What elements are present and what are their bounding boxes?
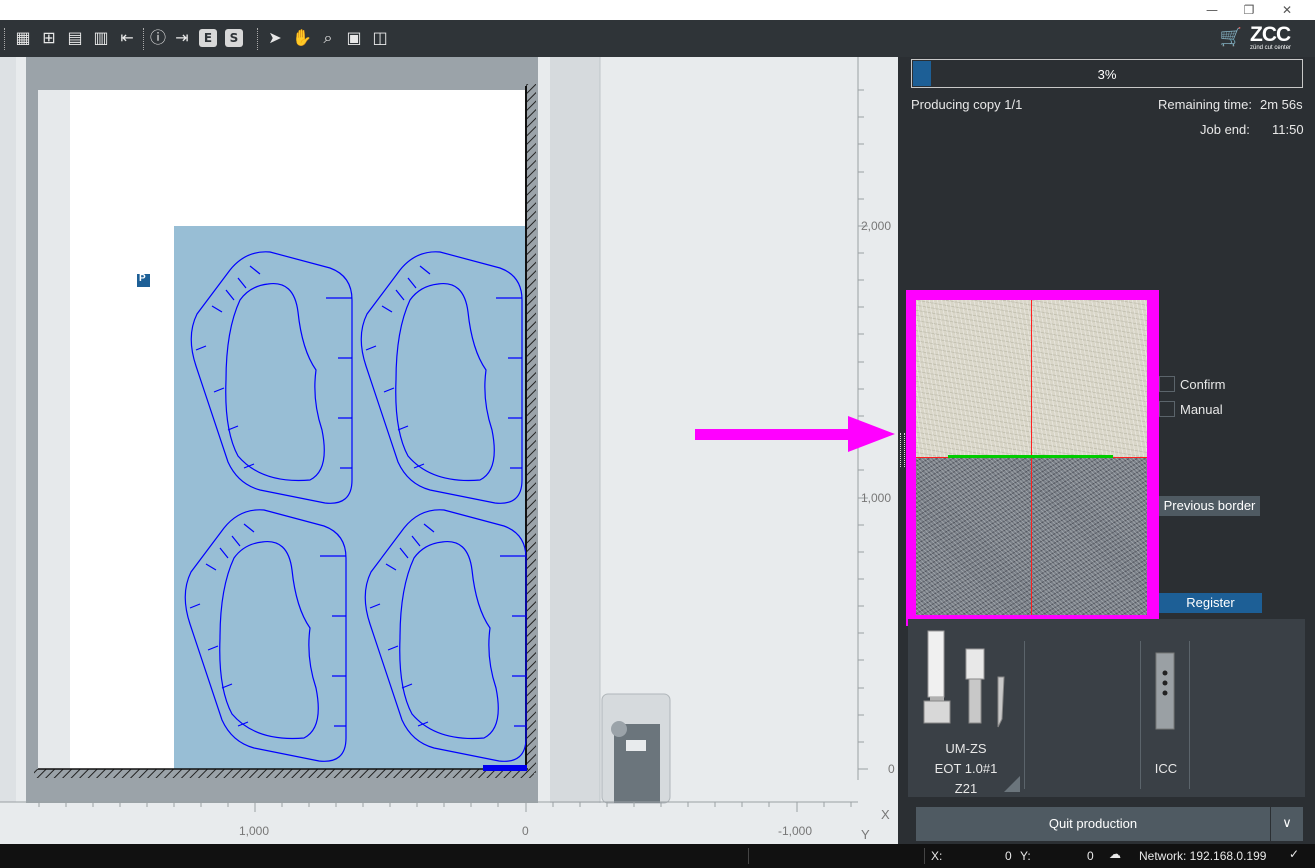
export-icon[interactable]: ⇥	[171, 26, 193, 50]
ruler-y-label: 0	[888, 762, 895, 776]
tool-line3: Z21	[954, 781, 978, 796]
register-mark-label: P	[139, 273, 146, 284]
tool-item-icc[interactable]: ICC	[1146, 645, 1186, 789]
register-button[interactable]: Register	[1159, 593, 1262, 613]
fit-icon[interactable]: ▣	[342, 26, 366, 50]
layout-align-icon[interactable]: ▤	[62, 26, 88, 50]
cart-icon[interactable]: 🛒	[1218, 26, 1244, 50]
checkmark-icon: ✓	[1289, 847, 1300, 861]
close-icon[interactable]: ✕	[1269, 0, 1305, 20]
ruler-y-label: 1,000	[861, 491, 892, 505]
um-zs-tool-icon	[923, 630, 1005, 728]
toolbar-separator	[143, 28, 145, 50]
confirm-checkbox[interactable]	[1159, 376, 1175, 392]
ruler-x-label: 1,000	[239, 824, 270, 838]
progress-text: 3%	[1097, 67, 1117, 82]
table-edge	[0, 57, 16, 802]
cursor-x-value: 0	[1005, 849, 1012, 863]
layout-edge-icon[interactable]: ⇤	[114, 26, 140, 50]
pointer-icon[interactable]: ➤	[264, 26, 286, 50]
cursor-y-label: Y:	[1020, 849, 1031, 863]
status-divider	[748, 848, 749, 864]
layout-distribute-icon[interactable]: ⊞	[36, 26, 62, 50]
status-divider	[924, 848, 925, 864]
toolbar-separator	[257, 28, 259, 50]
zoom-icon[interactable]: ⌕	[316, 26, 340, 50]
main-toolbar: ▦ ⊞ ▤ ▥ ⇤ ⓘ ⇥ E S ➤ ✋ ⌕ ▣ ◫ 🛒 ZCC zünd c…	[0, 20, 1315, 57]
layout-canvas[interactable]: 2,000 1,000 0 1,000 0 -1,000 X Y P	[0, 57, 898, 844]
ruler-x-label: -1,000	[778, 824, 813, 838]
axis-x-label: X	[881, 807, 890, 822]
cursor-y-value: 0	[1087, 849, 1094, 863]
layout-fp-icon[interactable]: ▥	[88, 26, 114, 50]
producing-copy-text: Producing copy 1/1	[911, 97, 1023, 112]
info-icon[interactable]: ⓘ	[147, 26, 169, 50]
quit-options-chevron-down-icon[interactable]: ∨	[1271, 807, 1303, 841]
ruler-y-label: 2,000	[861, 219, 892, 233]
tool-line2: EOT 1.0#1	[934, 761, 998, 776]
layout-add-icon[interactable]: ▦	[10, 26, 36, 50]
title-bar: — ❐ ✕	[0, 0, 1315, 20]
camera-view	[906, 290, 1159, 626]
minimize-icon[interactable]: —	[1194, 0, 1230, 20]
progress-bar: 3%	[911, 59, 1303, 88]
tool-divider	[1024, 641, 1025, 789]
tool-divider	[1189, 641, 1190, 789]
tool-divider	[1140, 641, 1141, 789]
tool-item-um-zs[interactable]: UM-ZS EOT 1.0#1 Z21	[916, 627, 1016, 796]
status-bar: X: 0 Y: 0 ☁ Network: 192.168.0.199 ✓	[0, 844, 1315, 868]
resize-corner-icon[interactable]	[1004, 776, 1020, 792]
manual-label: Manual	[1180, 402, 1223, 417]
job-end-label: Job end:	[1200, 122, 1250, 137]
tool-list: UM-ZS EOT 1.0#1 Z21 ICC	[908, 619, 1305, 797]
job-end-value: 11:50	[1272, 122, 1304, 137]
hand-icon[interactable]: ✋	[290, 26, 314, 50]
board-area	[174, 226, 526, 769]
head-marker	[483, 765, 527, 771]
cursor-x-label: X:	[931, 849, 943, 863]
remaining-time-value: 2m 56s	[1260, 97, 1303, 112]
tool-name: ICC	[1154, 761, 1178, 776]
manual-checkbox[interactable]	[1159, 401, 1175, 417]
cloud-offline-icon[interactable]: ☁	[1109, 847, 1121, 861]
production-panel: 3% Producing copy 1/1 Remaining time: 2m…	[898, 57, 1315, 844]
hatched-bottom-border	[34, 769, 534, 778]
camera-view-grip[interactable]	[900, 433, 905, 467]
restore-icon[interactable]: ❐	[1231, 0, 1267, 20]
detected-edge-line	[948, 455, 1113, 458]
zcc-logo: ZCC zünd cut center	[1250, 23, 1292, 51]
table-extension	[550, 57, 600, 803]
e-icon[interactable]: E	[199, 29, 217, 47]
quit-production-button[interactable]: Quit production	[916, 807, 1270, 841]
toolbar-grip	[4, 28, 6, 50]
s-icon[interactable]: S	[225, 29, 243, 47]
network-status: Network: 192.168.0.199	[1139, 849, 1267, 863]
remaining-time-label: Remaining time:	[1158, 97, 1252, 112]
tool-name: UM-ZS	[945, 741, 987, 756]
canvas-drawing	[0, 57, 898, 844]
fit-width-icon[interactable]: ◫	[368, 26, 392, 50]
previous-border-button[interactable]: Previous border	[1159, 496, 1260, 516]
confirm-label: Confirm	[1180, 377, 1226, 392]
icc-camera-icon	[1155, 652, 1175, 730]
axis-y-label: Y	[861, 827, 870, 842]
hatched-right-border	[526, 84, 536, 773]
ruler-x-label: 0	[522, 824, 529, 838]
